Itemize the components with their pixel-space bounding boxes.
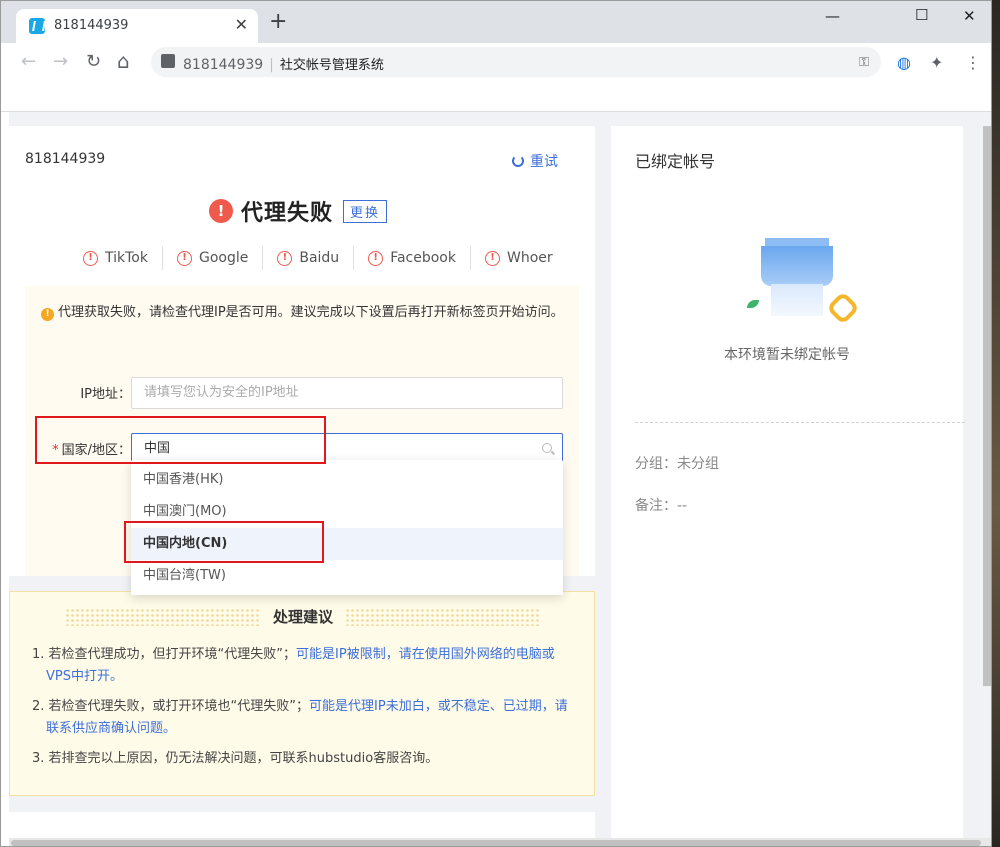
checker-label: TikTok	[105, 250, 148, 266]
env-id: 818144939	[25, 151, 106, 167]
tab-title: 818144939	[54, 18, 129, 33]
advice-item: 2. 若检查代理失败，或打开环境也“代理失败”；可能是代理IP未加白，或不稳定、…	[32, 696, 572, 740]
group-info: 分组：未分组	[635, 453, 719, 473]
checker-tiktok[interactable]: ! TikTok	[69, 250, 162, 266]
bound-accounts-card: 已绑定帐号 本环境暂未绑定帐号 分组：未分组 备注：--	[611, 126, 965, 846]
shop-box	[771, 284, 823, 316]
maximize-icon[interactable]: ☐	[915, 6, 928, 24]
warning-circle-icon: !	[83, 250, 98, 266]
shop-awning	[761, 246, 833, 286]
checker-facebook[interactable]: ! Facebook	[354, 250, 470, 266]
retry-label: 重试	[530, 154, 558, 170]
favicon-icon	[29, 18, 45, 34]
home-icon[interactable]: ⌂	[117, 49, 130, 73]
advice-panel: 处理建议 1. 若检查代理成功，但打开环境“代理失败”；可能是IP被限制，请在使…	[9, 591, 595, 796]
retry-button[interactable]: 重试	[512, 151, 558, 171]
extension-icon	[161, 54, 175, 68]
browser-window: 818144939 ✕ + — ☐ ✕ ← → ↻ ⌂ 818144939 | 社交…	[0, 0, 992, 847]
desktop-background	[992, 0, 1000, 847]
remark-info: 备注：--	[635, 495, 687, 515]
tab-strip: 818144939 ✕ + — ☐ ✕	[1, 1, 991, 43]
address-separator: |	[269, 57, 274, 73]
checker-baidu[interactable]: ! Baidu	[263, 250, 353, 266]
divider	[635, 422, 965, 423]
advice-text: 2. 若检查代理失败，或打开环境也“代理失败”；	[32, 699, 310, 714]
warning-circle-icon: !	[277, 250, 293, 266]
status-text: 代理失败	[241, 201, 334, 226]
awning-top	[765, 238, 829, 246]
error-icon: !	[209, 199, 233, 223]
link-icon	[826, 291, 860, 325]
scroll-thumb[interactable]	[11, 840, 981, 846]
advice-item: 3. 若排查完以上原因，仍无法解决问题，可联系hubstudio客服咨询。	[32, 748, 572, 770]
group-value: 未分组	[677, 456, 719, 472]
change-button[interactable]: 更换	[343, 199, 388, 223]
browser-tab[interactable]: 818144939 ✕	[16, 9, 258, 43]
option-hk[interactable]: 中国香港(HK)	[131, 464, 563, 496]
proxy-status: ! 代理失败 更换	[209, 196, 388, 226]
advice-header: 处理建议	[65, 606, 542, 627]
notice-text: 代理获取失败，请检查代理IP是否可用。建议完成以下设置后再打开新标签页开始访问。	[58, 305, 564, 320]
warning-icon: !	[41, 308, 54, 321]
bookmark-bar	[1, 81, 991, 112]
horizontal-scrollbar[interactable]	[9, 838, 991, 846]
proxy-notice: ! 代理获取失败，请检查代理IP是否可用。建议完成以下设置后再打开新标签页开始访问…	[41, 302, 571, 324]
checker-list: ! TikTok ! Google ! Baidu ! Facebook ! Whoer	[69, 246, 567, 270]
advice-list: 1. 若检查代理成功，但打开环境“代理失败”；可能是IP被限制，请在使用国外网络…	[32, 644, 572, 778]
menu-icon[interactable]: ⋮	[965, 53, 981, 72]
advice-text: 3. 若排查完以上原因，仍无法解决问题，可联系hubstudio客服咨询。	[32, 751, 439, 766]
address-bar[interactable]: 818144939 | 社交帐号管理系统 ⚿	[151, 47, 881, 77]
leaf-icon	[747, 300, 759, 308]
checker-google[interactable]: ! Google	[163, 250, 262, 266]
warning-circle-icon: !	[368, 250, 384, 266]
warning-circle-icon: !	[176, 250, 192, 266]
key-icon[interactable]: ⚿	[859, 55, 869, 70]
refresh-icon	[512, 155, 524, 167]
highlight-box-country	[35, 416, 326, 464]
forward-icon[interactable]: →	[53, 51, 68, 72]
checker-label: Whoer	[506, 250, 553, 266]
new-tab-icon[interactable]: +	[269, 11, 287, 33]
remark-label: 备注：	[635, 498, 677, 514]
highlight-box-option	[124, 521, 324, 563]
checker-label: Baidu	[299, 250, 340, 266]
dot-pattern	[65, 607, 261, 626]
group-label: 分组：	[635, 456, 677, 472]
window-close-icon[interactable]: ✕	[963, 7, 976, 25]
advice-title: 处理建议	[273, 608, 334, 626]
advice-item: 1. 若检查代理成功，但打开环境“代理失败”；可能是IP被限制，请在使用国外网络…	[32, 644, 572, 688]
back-icon[interactable]: ←	[21, 51, 36, 72]
reload-icon[interactable]: ↻	[86, 51, 101, 72]
advice-text: 1. 若检查代理成功，但打开环境“代理失败”；	[32, 647, 297, 662]
checker-whoer[interactable]: ! Whoer	[471, 250, 567, 266]
empty-text: 本环境暂未绑定帐号	[724, 347, 850, 363]
dot-pattern	[345, 607, 542, 626]
remark-value: --	[677, 498, 688, 514]
tab-close-icon[interactable]: ✕	[235, 15, 248, 34]
globe-icon[interactable]: ◍	[897, 53, 911, 72]
ip-label: IP地址：	[80, 387, 131, 402]
vertical-scrollbar[interactable]	[983, 126, 991, 686]
warning-circle-icon: !	[484, 250, 500, 266]
puzzle-icon[interactable]: ✦	[930, 53, 943, 72]
checker-label: Facebook	[390, 250, 456, 266]
search-icon	[542, 443, 552, 453]
checker-label: Google	[198, 250, 249, 266]
option-tw[interactable]: 中国台湾(TW)	[131, 560, 563, 592]
empty-illustration	[741, 234, 861, 334]
address-host: 818144939	[183, 57, 264, 73]
browser-toolbar: ← → ↻ ⌂ 818144939 | 社交帐号管理系统 ⚿ ◍ ✦ ⋮	[1, 43, 991, 81]
address-text: 818144939 | 社交帐号管理系统	[183, 54, 384, 73]
address-page-title: 社交帐号管理系统	[279, 58, 384, 73]
ip-input[interactable]: 请填写您认为安全的IP地址	[131, 377, 563, 409]
bound-title: 已绑定帐号	[635, 152, 716, 171]
minimize-icon[interactable]: —	[825, 7, 840, 25]
